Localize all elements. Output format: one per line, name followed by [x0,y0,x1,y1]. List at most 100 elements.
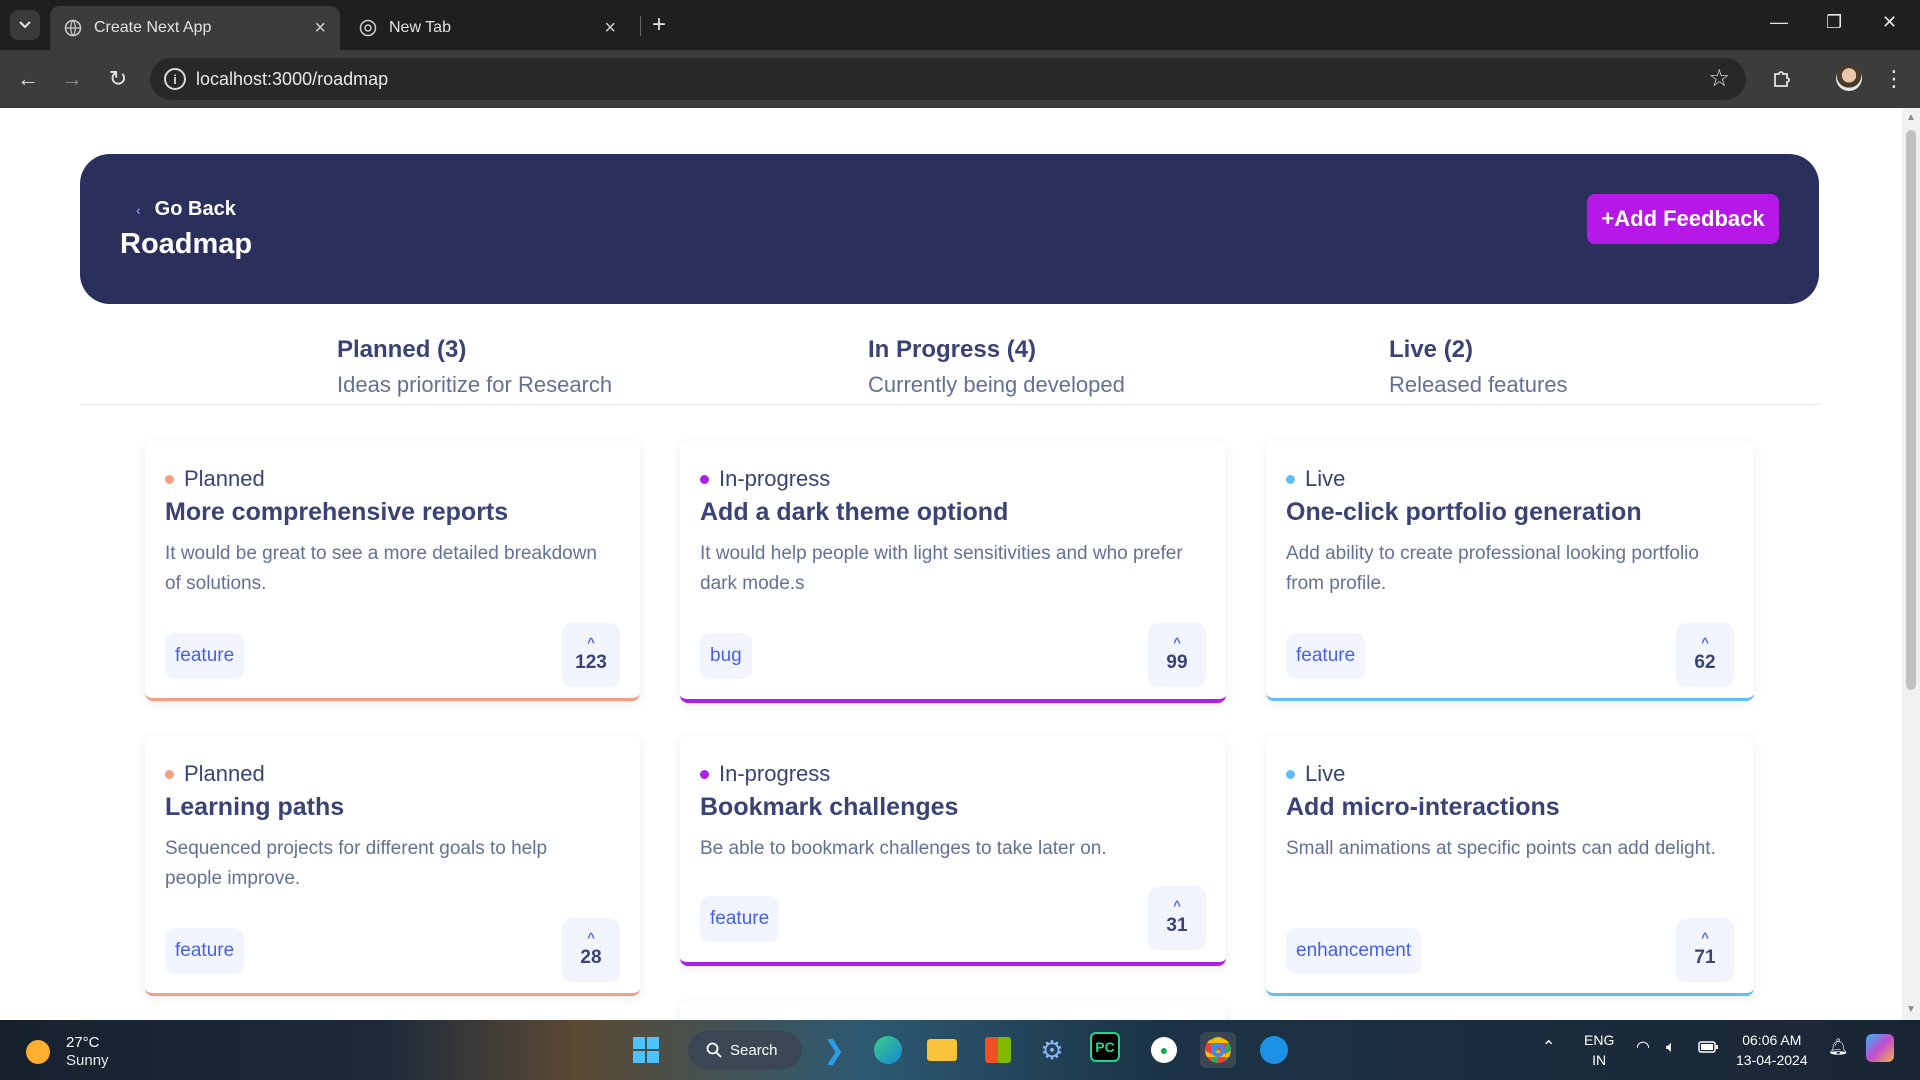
category-tag[interactable]: feature [165,633,245,679]
new-tab-plus-icon[interactable]: + [652,12,666,38]
vote-count: 31 [1166,914,1188,936]
tab-create-next-app[interactable]: Create Next App × [50,6,340,50]
status-label: Planned [165,466,265,492]
language-indicator[interactable]: ENG IN [1584,1030,1614,1070]
category-tag[interactable]: feature [165,928,245,974]
browser-tab-bar: Create Next App × New Tab × + — ❐ ✕ [0,0,1920,50]
scroll-down-icon[interactable]: ▼ [1906,1004,1916,1015]
column-title: In Progress (4) [868,336,1037,363]
upvote-button[interactable]: ^ 71 [1676,918,1734,982]
card-title: Add a dark theme optiond [700,498,1009,526]
docker-icon[interactable] [1256,1032,1292,1068]
close-window-icon[interactable]: ✕ [1882,12,1897,33]
upvote-button[interactable]: ^ 28 [562,918,620,982]
vote-count: 28 [580,946,602,968]
roadmap-card[interactable] [680,1001,1226,1020]
more-menu-icon[interactable]: ⋮ [1880,65,1908,93]
roadmap-card[interactable]: In-progress Add a dark theme optiond It … [680,441,1226,703]
address-bar[interactable]: i localhost:3000/roadmap ☆ [150,58,1746,100]
status-dot [165,769,174,779]
status-text: Planned [184,466,265,491]
minimize-icon[interactable]: — [1770,12,1788,33]
weather-widget[interactable]: 27°C Sunny [26,1034,109,1070]
windows-start-icon[interactable] [628,1032,664,1068]
page-title: Roadmap [120,228,253,260]
status-dot [165,474,174,484]
close-tab-icon[interactable]: × [314,17,326,40]
pycharm-icon[interactable]: PC [1090,1032,1120,1062]
sun-icon [26,1040,50,1064]
restore-icon[interactable]: ❐ [1826,12,1842,33]
upvote-button[interactable]: ^ 123 [562,623,620,687]
vote-count: 123 [575,651,607,673]
category-tag[interactable]: bug [700,633,752,679]
page-scrollbar[interactable]: ▲ ▼ [1902,108,1920,1020]
microsoft-store-icon[interactable] [980,1032,1016,1068]
roadmap-card[interactable]: Planned More comprehensive reports It wo… [145,441,640,701]
status-dot [1286,769,1295,779]
go-back-link[interactable]: ‹ Go Back [136,198,236,221]
forward-arrow-icon[interactable]: → [58,65,86,93]
card-title: Add micro-interactions [1286,793,1560,821]
settings-gear-icon[interactable]: ⚙ [1034,1032,1070,1068]
category-tag[interactable]: feature [1286,633,1366,679]
roadmap-card[interactable]: Live Add micro-interactions Small animat… [1266,736,1754,996]
column-header-live: Live (2) Released features [1389,336,1568,398]
volume-icon[interactable]: 🔈︎ [1666,1038,1676,1058]
card-description: Small animations at specific points can … [1286,838,1716,859]
upvote-button[interactable]: ^ 99 [1148,623,1206,687]
chevron-up-icon: ^ [587,634,595,650]
roadmap-card[interactable]: Planned Learning paths Sequenced project… [145,736,640,996]
status-label: Planned [165,761,265,787]
chevron-up-icon: ^ [1701,929,1709,945]
search-icon [706,1042,722,1058]
file-explorer-icon[interactable] [924,1032,960,1068]
roadmap-card[interactable]: In-progress Bookmark challenges Be able … [680,736,1226,966]
notification-bell-icon[interactable]: 🔔︎ [1828,1038,1848,1058]
reload-icon[interactable]: ↻ [104,65,132,93]
column-subtitle: Ideas prioritize for Research [337,372,613,397]
status-dot [1286,474,1295,484]
globe-icon [64,19,82,37]
card-title: More comprehensive reports [165,498,509,526]
category-tag[interactable]: enhancement [1286,928,1422,974]
roadmap-card[interactable]: Live One-click portfolio generation Add … [1266,441,1754,701]
card-description: Add ability to create professional looki… [1286,543,1699,594]
upvote-button[interactable]: ^ 62 [1676,623,1734,687]
browser-toolbar: ← → ↻ i localhost:3000/roadmap ☆ ⋮ [0,50,1920,108]
battery-icon[interactable] [1698,1038,1718,1058]
scroll-thumb[interactable] [1906,130,1916,690]
tab-title: New Tab [389,19,451,36]
card-description: It would help people with light sensitiv… [700,543,1183,594]
close-tab-icon[interactable]: × [604,17,616,40]
edge-icon[interactable] [870,1032,906,1068]
card-description: It would be great to see a more detailed… [165,543,597,594]
clock[interactable]: 06:06 AM 13-04-2024 [1736,1030,1808,1070]
upvote-button[interactable]: ^ 31 [1148,886,1206,950]
back-arrow-icon[interactable]: ← [14,65,42,93]
tab-search-button[interactable] [10,10,40,40]
card-title: One-click portfolio generation [1286,498,1642,526]
chevron-up-icon: ^ [1173,897,1181,913]
vote-count: 99 [1166,651,1188,673]
taskbar-search[interactable]: Search [688,1031,802,1069]
tab-new-tab[interactable]: New Tab × [345,6,630,50]
show-hidden-icons-chevron[interactable]: ⌃ [1542,1038,1555,1058]
bookmark-star-icon[interactable]: ☆ [1708,64,1730,93]
clock-time: 06:06 AM [1742,1032,1802,1048]
profile-avatar[interactable] [1836,65,1862,91]
vscode-icon[interactable]: ❯ [816,1032,852,1068]
chevron-up-icon: ^ [1701,634,1709,650]
wifi-icon[interactable]: ◠ [1636,1038,1650,1058]
mongodb-compass-icon[interactable]: ● [1146,1032,1182,1068]
chrome-app-icon[interactable] [1200,1032,1236,1068]
add-feedback-button[interactable]: +Add Feedback [1587,194,1779,244]
copilot-icon[interactable] [1866,1034,1894,1062]
url-text[interactable]: localhost:3000/roadmap [196,69,388,90]
scroll-up-icon[interactable]: ▲ [1906,112,1916,123]
column-subtitle: Released features [1389,372,1568,397]
site-info-icon[interactable]: i [164,68,186,90]
category-tag[interactable]: feature [700,896,780,942]
extensions-puzzle-icon[interactable] [1768,65,1796,93]
weather-condition: Sunny [66,1052,109,1069]
